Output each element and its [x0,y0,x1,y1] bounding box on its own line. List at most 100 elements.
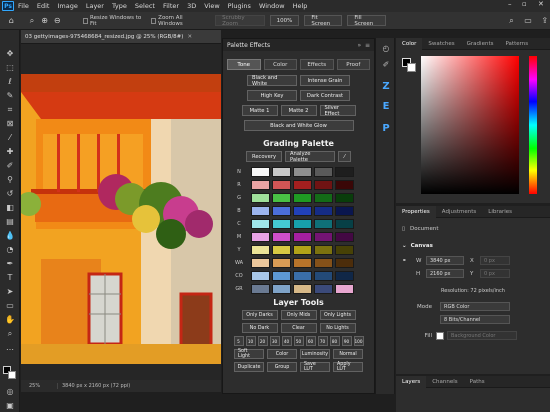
tab-layers[interactable]: Layers [396,375,427,388]
lasso-tool-icon[interactable]: ℓ [3,76,17,87]
menu-image[interactable]: Image [57,2,77,10]
height-field[interactable]: 2160 px [426,269,464,278]
menu-edit[interactable]: Edit [37,2,50,10]
tab-swatches[interactable]: Swatches [422,38,460,50]
crop-tool-icon[interactable]: ⌗ [3,104,17,115]
grading-swatch[interactable] [293,180,312,190]
grading-swatch[interactable] [272,245,291,255]
path-select-icon[interactable]: ➤ [3,286,17,297]
no-dark-button[interactable]: No Dark [241,323,278,333]
panel-menu-icon[interactable]: » ≡ [357,42,370,49]
menu-type[interactable]: Type [112,2,127,10]
high-key-button[interactable]: High Key [247,90,297,101]
grading-swatch[interactable] [251,245,270,255]
opacity-80-button[interactable]: 80 [329,336,340,346]
grading-swatch[interactable] [272,193,291,203]
recovery-button[interactable]: Recovery [246,151,282,162]
bit-depth-select[interactable]: 8 Bits/Channel [440,315,510,324]
soft-light-button[interactable]: Soft Light [234,349,264,359]
menu-filter[interactable]: Filter [163,2,179,10]
grading-swatch[interactable] [272,219,291,229]
grading-swatch[interactable] [314,271,333,281]
menu-select[interactable]: Select [135,2,155,10]
grading-swatch[interactable] [335,271,354,281]
zoom-level[interactable]: 25% [21,383,57,389]
grading-swatch[interactable] [314,232,333,242]
maximize-icon[interactable]: ▫ [522,0,527,8]
eyedropper-icon[interactable]: ⁄ [338,151,351,162]
history-brush-icon[interactable]: ↺ [3,188,17,199]
opacity-90-button[interactable]: 90 [341,336,352,346]
grading-swatch[interactable] [335,219,354,229]
hue-slider[interactable] [529,56,537,194]
brush-tool-icon[interactable]: ✐ [3,160,17,171]
hand-tool-icon[interactable]: ✋ [3,314,17,325]
move-tool-icon[interactable]: ✥ [3,48,17,59]
pen-tool-icon[interactable]: ✒ [3,258,17,269]
grading-swatch[interactable] [251,219,270,229]
grading-swatch[interactable] [335,193,354,203]
silver-effect-button[interactable]: Silver Effect [319,105,356,117]
menu-view[interactable]: View [204,2,219,10]
grading-swatch[interactable] [272,284,291,294]
grading-swatch[interactable] [293,245,312,255]
gradient-tool-icon[interactable]: ▤ [3,216,17,227]
black-and-white-button[interactable]: Black and White [247,75,297,87]
width-field[interactable]: 3840 px [426,256,464,265]
blur-tool-icon[interactable]: 💧 [3,230,17,241]
tab-effects[interactable]: Effects [300,59,334,70]
only-mids-button[interactable]: Only Mids [280,310,317,320]
zoom-all-checkbox[interactable] [150,17,157,24]
analyze-palette-button[interactable]: Analyze Palette [285,151,335,163]
grading-swatch[interactable] [293,219,312,229]
tab-gradients[interactable]: Gradients [461,38,500,50]
opacity-100-button[interactable]: 100 [353,336,364,346]
color-blend-button[interactable]: Color [267,349,297,359]
grading-swatch[interactable] [335,167,354,177]
grading-swatch[interactable] [335,258,354,268]
grading-swatch[interactable] [293,232,312,242]
zoom-out-icon[interactable]: ⊖ [52,15,63,27]
zoom-100-button[interactable]: 100% [269,15,300,26]
fill-screen-button[interactable]: Fill Screen [347,15,387,27]
dodge-tool-icon[interactable]: ◔ [3,244,17,255]
dark-contrast-button[interactable]: Dark Contrast [300,90,350,101]
grading-swatch[interactable] [251,193,270,203]
menu-file[interactable]: File [18,2,29,10]
intense-grain-button[interactable]: Intense Grain [300,75,350,86]
tab-patterns[interactable]: Patterns [499,38,534,50]
fill-swatch[interactable] [436,331,444,340]
history-icon[interactable]: ◴ [380,42,392,54]
opacity-40-button[interactable]: 40 [281,336,292,346]
mode-select[interactable]: RGB Color [440,302,510,311]
matte-2-button[interactable]: Matte 2 [280,105,317,116]
normal-button[interactable]: Normal [333,349,363,359]
link-icon[interactable]: ⚭ [402,258,412,264]
color-picker-field[interactable] [421,56,519,194]
grading-swatch[interactable] [272,232,291,242]
close-tab-icon[interactable]: ✕ [187,34,192,40]
zoom-in-icon[interactable]: ⊕ [39,15,50,27]
grading-swatch[interactable] [251,167,270,177]
grading-swatch[interactable] [314,180,333,190]
tab-proof[interactable]: Proof [336,59,370,70]
grading-swatch[interactable] [272,206,291,216]
search-icon[interactable]: ⌕ [506,15,517,27]
grading-swatch[interactable] [293,167,312,177]
share-icon[interactable]: ⇪ [539,15,550,27]
group-button[interactable]: Group [267,362,297,372]
grading-swatch[interactable] [314,258,333,268]
grading-swatch[interactable] [335,232,354,242]
grading-swatch[interactable] [251,271,270,281]
grading-swatch[interactable] [293,206,312,216]
clone-stamp-icon[interactable]: ⚲ [3,174,17,185]
grading-swatch[interactable] [272,167,291,177]
opacity-5-button[interactable]: 5 [233,336,244,346]
opacity-50-button[interactable]: 50 [293,336,304,346]
grading-swatch[interactable] [335,180,354,190]
close-window-icon[interactable]: ✕ [538,0,544,8]
menu-plugins[interactable]: Plugins [228,2,251,10]
opacity-70-button[interactable]: 70 [317,336,328,346]
background-color-swatch[interactable] [8,371,16,379]
tab-channels[interactable]: Channels [426,376,463,388]
